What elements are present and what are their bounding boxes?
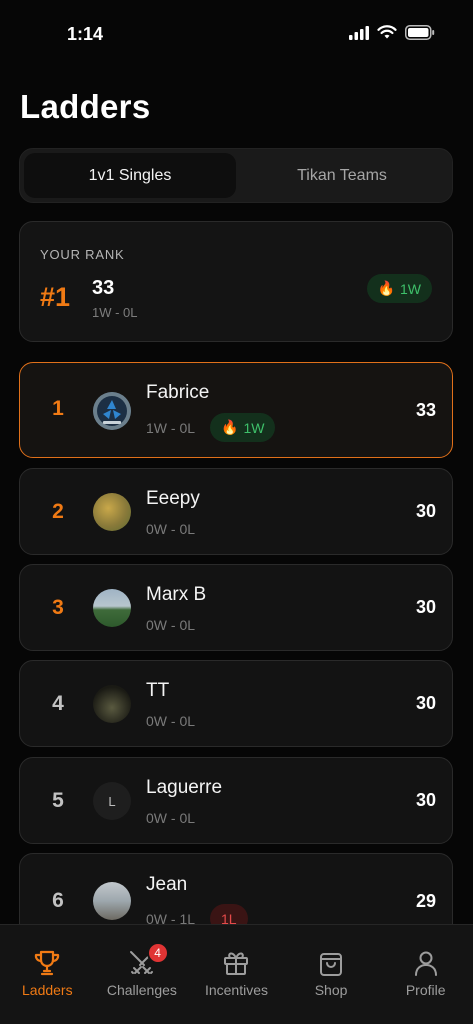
wifi-icon [377,25,397,39]
win-streak-badge: 🔥 1W [210,413,276,442]
gift-icon [224,952,249,975]
nav-label: Profile [405,982,446,998]
avatar[interactable] [93,493,131,531]
battery-icon [405,25,435,40]
row-record: 0W - 0L [146,713,196,729]
ladder-row[interactable]: 2 Eeepy 0W - 0L 30 [19,468,453,555]
nav-shop[interactable]: Shop [284,925,379,1024]
ladder-row[interactable]: 1 Fabrice 1W - 0L 🔥 1W 33 [19,362,453,458]
row-rank: 5 [52,789,64,812]
nav-profile[interactable]: Profile [378,925,473,1024]
your-rank-points: 33 [92,277,115,299]
avatar[interactable]: L [93,782,131,820]
your-rank-position: #1 [40,282,71,312]
row-rank: 4 [52,692,64,715]
ladder-row[interactable]: 3 Marx B 0W - 0L 30 [19,564,453,651]
row-points: 33 [415,400,436,420]
row-name: TT [146,680,170,701]
nav-label: Challenges [106,982,177,998]
row-rank: 3 [52,596,64,619]
row-rank: 2 [52,500,64,523]
your-rank-record: 1W - 0L [92,305,138,320]
avatar[interactable] [93,392,131,430]
ladder-row[interactable]: 4 TT 0W - 0L 30 [19,660,453,747]
row-name: Fabrice [146,382,210,403]
row-rank: 6 [52,889,64,912]
nav-challenges[interactable]: Challenges 4 [95,925,190,1024]
nav-label: Ladders [22,982,73,998]
avatar[interactable] [93,589,131,627]
trophy-icon [35,950,60,976]
nav-incentives[interactable]: Incentives [189,925,284,1024]
avatar[interactable] [93,685,131,723]
row-record: 1W - 0L [146,420,196,436]
ladder-type-tabs: 1v1 Singles Tikan Teams [19,148,453,203]
row-record: 0W - 0L [146,810,196,826]
row-record: 0W - 0L [146,521,196,537]
avatar-image [93,392,131,430]
notification-badge: 4 [146,942,169,964]
row-name: Laguerre [146,777,223,798]
row-rank: 1 [52,397,64,420]
page-title: Ladders [20,88,151,125]
avatar[interactable] [93,882,131,920]
row-record: 0W - 0L [146,617,196,633]
row-name: Eeepy [146,488,200,509]
fire-icon: 🔥 [377,280,395,296]
row-name: Jean [146,874,188,895]
row-points: 29 [415,891,436,911]
shopping-bag-icon [320,953,343,976]
user-icon [414,951,437,976]
status-bar: 1:14 [0,0,473,70]
streak-label: 1W [243,419,265,436]
nav-label: Incentives [204,982,268,998]
bottom-tab-bar: Ladders Challenges 4 Incentives Shop Pro… [0,924,473,1024]
row-name: Marx B [146,584,207,605]
nav-ladders[interactable]: Ladders [0,925,95,1024]
row-points: 30 [415,790,436,810]
win-streak-badge: 🔥 1W [366,274,432,303]
signal-icon [349,25,369,40]
status-time: 1:14 [67,24,104,44]
status-icons [349,25,435,40]
tab-tikan-teams[interactable]: Tikan Teams [236,153,448,198]
ladder-row[interactable]: 5 L Laguerre 0W - 0L 30 [19,757,453,844]
row-points: 30 [415,597,436,617]
tab-1v1-singles[interactable]: 1v1 Singles [24,153,236,198]
nav-label: Shop [314,982,348,998]
your-rank-card: YOUR RANK #1 33 1W - 0L 🔥 1W [19,221,453,342]
streak-label: 1W [400,280,421,297]
your-rank-label: YOUR RANK [40,247,125,262]
row-points: 30 [415,693,436,713]
fire-icon: 🔥 [221,419,239,435]
row-points: 30 [415,501,436,521]
